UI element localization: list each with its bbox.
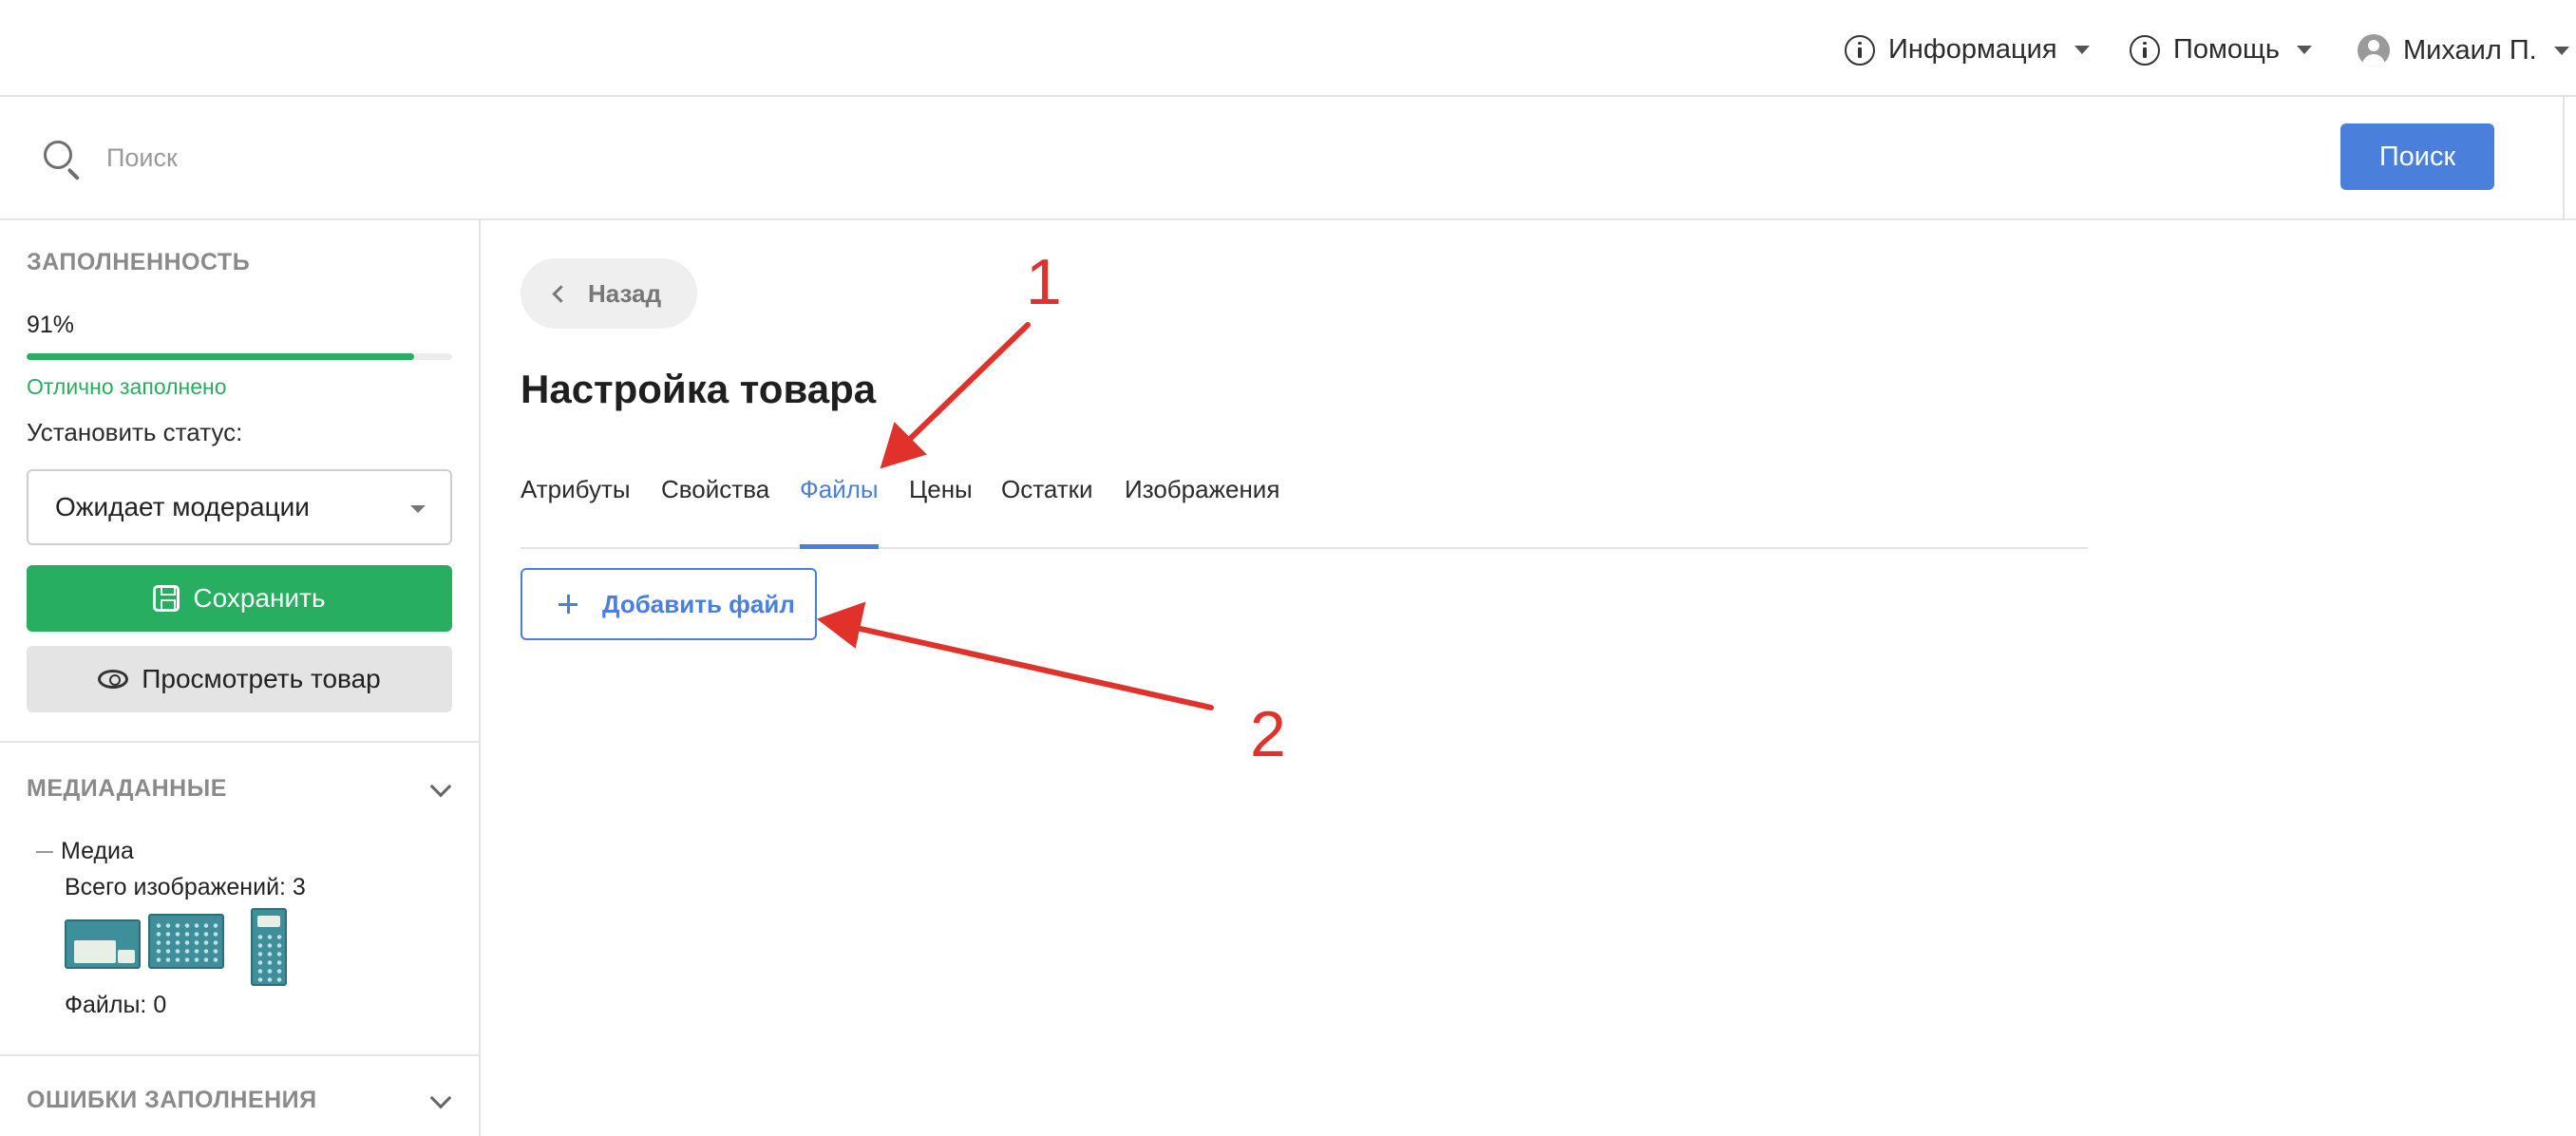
user-menu-label: Михаил П.: [2403, 34, 2537, 66]
divider: [2563, 97, 2565, 220]
save-button-label: Сохранить: [193, 583, 326, 613]
view-product-label: Просмотреть товар: [142, 664, 381, 693]
chevron-down-icon[interactable]: [429, 775, 452, 798]
save-icon: [153, 585, 180, 612]
info-icon: [2130, 34, 2160, 66]
eye-icon: [98, 670, 129, 689]
top-bar: Информация Помощь Михаил П.: [0, 0, 2576, 97]
files-count: Файлы: 0: [65, 992, 167, 1018]
media-group-label: Медиа: [61, 838, 134, 864]
annotation-arrow-2-line: [849, 624, 1214, 710]
annotation-arrow-1-line: [904, 322, 1031, 445]
info-icon: [1845, 34, 1875, 66]
status-select[interactable]: Ожидает модерации: [27, 469, 452, 545]
search-bar: [0, 97, 2576, 220]
total-images-count: Всего изображений: 3: [65, 874, 306, 900]
media-thumbnail[interactable]: [251, 908, 287, 986]
caret-down-icon: [2553, 46, 2569, 55]
page-title: Настройка товара: [521, 367, 877, 411]
tab-stock[interactable]: Остатки: [1001, 475, 1093, 549]
set-status-label: Установить статус:: [27, 418, 243, 446]
info-menu-label: Информация: [1888, 34, 2057, 65]
completeness-title: ЗАПОЛНЕННОСТЬ: [27, 249, 251, 275]
plus-icon: [559, 595, 578, 614]
view-product-button[interactable]: Просмотреть товар: [27, 646, 452, 712]
search-input[interactable]: [106, 139, 1246, 177]
annotation-arrow-2-head: [816, 601, 866, 649]
divider: [0, 741, 479, 743]
back-button[interactable]: Назад: [521, 258, 697, 329]
user-menu[interactable]: Михаил П.: [2358, 34, 2569, 66]
search-icon: [44, 141, 72, 169]
chevron-left-icon: [552, 284, 570, 303]
tab-attributes[interactable]: Атрибуты: [521, 475, 631, 549]
info-menu[interactable]: Информация: [1845, 34, 2090, 66]
user-avatar-icon: [2358, 34, 2390, 66]
completeness-progress-bar: [27, 353, 452, 360]
tab-prices[interactable]: Цены: [909, 475, 973, 549]
add-file-label: Добавить файл: [602, 589, 795, 618]
errors-section-title[interactable]: ОШИБКИ ЗАПОЛНЕНИЯ: [27, 1087, 317, 1114]
media-thumbnail[interactable]: [65, 919, 141, 969]
annotation-marker-2: 2: [1250, 698, 1286, 770]
completeness-status: Отлично заполнено: [27, 374, 227, 399]
divider: [0, 1054, 479, 1056]
tab-images[interactable]: Изображения: [1125, 475, 1279, 549]
chevron-down-icon[interactable]: [429, 1087, 452, 1109]
sidebar: ЗАПОЛНЕННОСТЬ 91% Отлично заполнено Уста…: [0, 220, 481, 1136]
help-menu-label: Помощь: [2173, 34, 2281, 65]
annotation-arrow-1-head: [880, 422, 927, 469]
tab-bar: Атрибуты Свойства Файлы Цены Остатки Изо…: [521, 475, 2088, 549]
save-button[interactable]: Сохранить: [27, 565, 452, 632]
caret-down-icon: [410, 505, 426, 513]
back-button-label: Назад: [588, 278, 662, 308]
status-select-value: Ожидает модерации: [55, 492, 310, 521]
tree-dash-icon: [36, 851, 53, 853]
help-menu[interactable]: Помощь: [2130, 34, 2313, 66]
annotation-marker-1: 1: [1026, 246, 1062, 318]
caret-down-icon: [2074, 46, 2090, 54]
add-file-button[interactable]: Добавить файл: [521, 568, 817, 640]
progress-fill: [27, 353, 414, 360]
tab-files[interactable]: Файлы: [800, 475, 879, 549]
caret-down-icon: [2297, 46, 2313, 54]
completeness-percent: 91%: [27, 312, 75, 338]
media-thumbnail[interactable]: [148, 914, 224, 969]
tab-properties[interactable]: Свойства: [661, 475, 769, 549]
search-button[interactable]: Поиск: [2340, 123, 2494, 190]
media-section-title[interactable]: МЕДИАДАННЫЕ: [27, 775, 227, 803]
